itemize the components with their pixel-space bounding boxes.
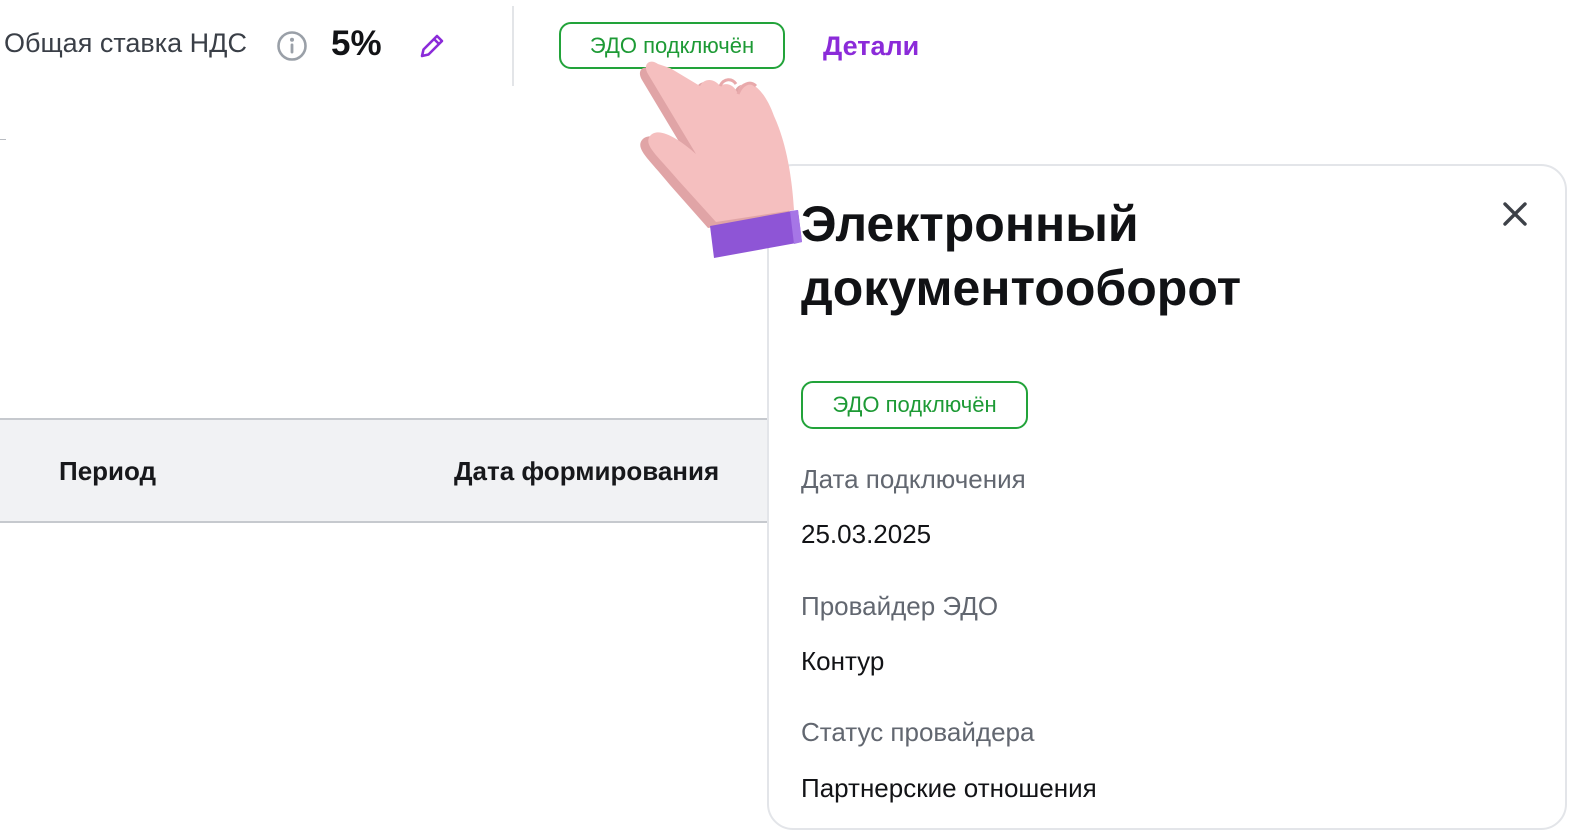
panel-status-badge: ЭДО подключён <box>801 381 1028 429</box>
edo-details-panel: Электронный документооборот ЭДО подключё… <box>767 164 1567 830</box>
vat-rate-label: Общая ставка НДС <box>4 28 247 58</box>
vat-rate-value: 5% <box>331 24 382 63</box>
field-label-connection-date: Дата подключения <box>801 464 1026 494</box>
close-icon[interactable] <box>1497 196 1533 232</box>
column-header-formation-date[interactable]: Дата формирования <box>454 456 719 487</box>
info-icon[interactable] <box>276 30 308 62</box>
field-label-edo-provider: Провайдер ЭДО <box>801 591 999 621</box>
field-value-connection-date: 25.03.2025 <box>801 519 932 549</box>
edo-status-badge[interactable]: ЭДО подключён <box>559 22 785 69</box>
field-label-provider-status: Статус провайдера <box>801 717 1035 747</box>
field-value-edo-provider: Контур <box>801 646 885 676</box>
details-link[interactable]: Детали <box>823 31 919 62</box>
page: Общая ставка НДС 5% ЭДО подключён Детали… <box>0 0 1585 838</box>
table-header: Период Дата формирования <box>0 418 768 523</box>
top-divider <box>512 6 514 86</box>
pencil-icon[interactable] <box>416 30 448 62</box>
panel-title: Электронный документооборот <box>801 196 1242 316</box>
field-value-provider-status: Партнерские отношения <box>801 773 1097 803</box>
column-header-period[interactable]: Период <box>59 456 156 487</box>
divider-mark <box>0 139 6 140</box>
